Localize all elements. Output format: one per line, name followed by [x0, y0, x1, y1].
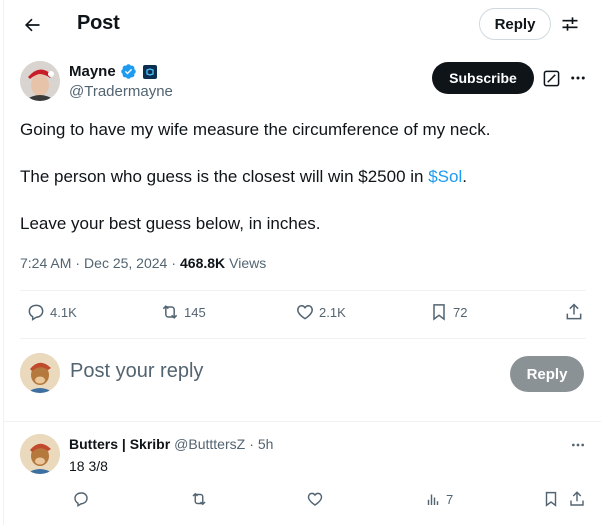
reply-count: 4.1K — [50, 304, 77, 320]
tweet-date[interactable]: Dec 25, 2024 — [84, 255, 167, 271]
bookmark-action[interactable]: 72 — [429, 302, 467, 322]
more-horizontal-icon — [572, 443, 584, 447]
bookmark-icon — [433, 304, 445, 321]
bookmark-action[interactable] — [542, 490, 560, 508]
reply-author-avatar[interactable] — [20, 434, 60, 474]
separator: · — [171, 255, 177, 271]
tweet-line: Leave your best guess below, in inches. — [20, 214, 321, 233]
sliders-icon — [562, 17, 578, 31]
page-title: Post — [77, 12, 120, 34]
separator: · — [75, 255, 81, 271]
reply-more-button[interactable] — [567, 436, 589, 454]
repost-icon — [192, 492, 206, 506]
tweet-meta: 7:24 AM · Dec 25, 2024 · 468.8K Views — [20, 255, 266, 271]
current-user-avatar[interactable] — [20, 353, 60, 393]
grok-icon — [543, 70, 559, 86]
reply-icon — [28, 304, 44, 321]
tweet-line: Going to have my wife measure the circum… — [20, 120, 491, 139]
separator: · — [249, 436, 254, 452]
top-bar: Post Reply — [4, 0, 601, 50]
more-horizontal-icon — [571, 76, 585, 80]
reply-icon — [74, 492, 88, 508]
repost-count: 145 — [184, 304, 206, 320]
reply-input[interactable]: Post your reply — [70, 360, 450, 383]
reply-header: Butters | Skribr @ButttersZ · 5h — [69, 436, 273, 452]
repost-icon — [162, 305, 178, 319]
post-view: Post Reply Mayne @Tradermayne Subscribe — [3, 0, 601, 525]
views-count: 468.8K — [180, 255, 226, 271]
views-action[interactable]: 7 — [424, 490, 453, 508]
reply-top-button[interactable]: Reply — [479, 8, 551, 40]
arrow-left-icon — [24, 18, 40, 32]
reply-action[interactable]: 4.1K — [26, 302, 77, 322]
reply-action[interactable] — [72, 490, 90, 508]
tweet-text: Going to have my wife measure the circum… — [20, 118, 580, 259]
grok-button[interactable] — [542, 69, 560, 87]
tweet-line: The person who guess is the closest will… — [20, 165, 580, 189]
like-count: 2.1K — [319, 304, 346, 320]
affiliate-badge-icon[interactable] — [142, 64, 157, 79]
bookmark-count: 72 — [453, 304, 468, 320]
reply-author-name[interactable]: Butters | Skribr — [69, 436, 170, 452]
reply-submit-button[interactable]: Reply — [510, 356, 584, 392]
author-name-row: Mayne — [69, 63, 157, 80]
cashtag-link[interactable]: $Sol — [428, 167, 462, 186]
views-label: Views — [229, 255, 267, 271]
tweet-actions: 4.1K 145 2.1K 72 — [20, 290, 586, 338]
share-action[interactable] — [564, 302, 584, 322]
divider — [4, 421, 601, 422]
tweet-time[interactable]: 7:24 AM — [20, 255, 71, 271]
like-action[interactable]: 2.1K — [295, 302, 346, 322]
subscribe-button[interactable]: Subscribe — [432, 62, 534, 94]
more-options-button[interactable] — [567, 67, 589, 89]
author-handle[interactable]: @Tradermayne — [69, 83, 173, 100]
bookmark-icon — [545, 491, 557, 507]
analytics-icon — [427, 494, 439, 505]
reply-time[interactable]: 5h — [258, 436, 274, 452]
filter-button[interactable] — [558, 12, 582, 36]
reply-views-count: 7 — [446, 491, 454, 507]
verified-badge-icon — [120, 64, 136, 79]
author-name[interactable]: Mayne — [69, 63, 116, 80]
like-action[interactable] — [306, 490, 324, 508]
heart-icon — [297, 304, 313, 320]
tweet-line-text: The person who guess is the closest will… — [20, 167, 429, 186]
divider — [20, 338, 586, 339]
share-icon — [570, 491, 584, 506]
reply-actions: 7 — [60, 486, 590, 514]
reply-text: 18 3/8 — [69, 458, 108, 474]
tweet-line-text: . — [462, 167, 467, 186]
share-action[interactable] — [568, 490, 586, 508]
repost-action[interactable] — [190, 490, 208, 508]
author-avatar[interactable] — [20, 61, 60, 101]
repost-action[interactable]: 145 — [160, 302, 206, 322]
back-button[interactable] — [18, 11, 46, 39]
share-icon — [566, 303, 582, 320]
reply-author-handle[interactable]: @ButttersZ — [174, 436, 245, 452]
heart-icon — [307, 492, 323, 506]
